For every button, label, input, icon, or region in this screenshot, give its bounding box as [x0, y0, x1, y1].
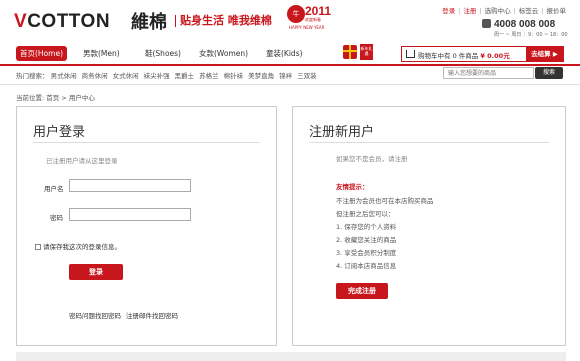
year-subtitle: 欢度新春 [305, 17, 321, 22]
hot-term[interactable]: 男式休闲 [51, 72, 77, 80]
gift-icon[interactable] [343, 45, 357, 59]
login-button[interactable]: 登录 [69, 264, 123, 280]
year-text: 2011 [305, 4, 332, 18]
new-year-badge: 牛 2011 欢度新春 HAPPY NEW YEAR [287, 4, 333, 32]
slogan-text: 贴身生活 唯我维棉 [180, 14, 272, 27]
tip-line: 不注册为会员也可在本店购买商品 [336, 197, 434, 205]
service-hours: 周一 ~ 周日 ：9：00 ~ 18：00 [494, 32, 568, 38]
phone-number: 4008 008 008 [482, 19, 568, 30]
toplink-login[interactable]: 登录 [442, 7, 455, 15]
toplink-quote[interactable]: 报价单 [547, 7, 567, 15]
remember-checkbox[interactable] [35, 244, 41, 250]
top-links: 登录 | 注册 | 选购中心 | 标签云 | 报价单 [442, 5, 566, 15]
happy-new-year-text: HAPPY NEW YEAR [289, 25, 325, 30]
divider: | [479, 7, 482, 15]
nav-kids[interactable]: 童装(Kids) [266, 48, 303, 59]
new-year-gift-badge[interactable]: 新年礼遇 [360, 44, 373, 60]
register-panel: 注册新用户 如果您不是会员，请注册 友情提示： 不注册为会员也可在本店购买商品 … [292, 106, 566, 346]
hot-search-label: 热门搜索： [16, 72, 49, 80]
login-title: 用户登录 [33, 125, 86, 140]
page: VCOTTON 維棉 贴身生活 唯我维棉 牛 2011 欢度新春 HAPPY N… [0, 0, 580, 361]
checkout-button[interactable]: 去结算 ▶ [526, 47, 563, 61]
login-panel: 用户登录 已注册用户请从这里登录 用户名 密码 请保存我这次的登录信息。 登录 … [16, 106, 277, 346]
main-nav: 首页(Home) 男款(Men) 鞋(Shoes) 女款(Women) 童装(K… [0, 44, 580, 66]
tip-line: 3. 享受会员积分制度 [336, 249, 397, 257]
footer-strip [16, 352, 566, 361]
tip-line: 但注册之后您可以： [336, 210, 395, 218]
slogan-divider [175, 15, 176, 27]
divider: | [513, 7, 516, 15]
cart-summary: 购物车中有 0 件商品 ¥ 0.00元 [418, 50, 510, 60]
tip-title: 友情提示： [336, 183, 369, 191]
toplink-shopping-center[interactable]: 选购中心 [485, 7, 511, 15]
hot-term[interactable]: 三双装 [297, 72, 317, 80]
hot-term[interactable]: 黑爵士 [175, 72, 195, 80]
hot-term[interactable]: 棉针袜 [224, 72, 244, 80]
toplink-register[interactable]: 注册 [463, 7, 476, 15]
breadcrumb: 当前位置: 首页 > 用户中心 [16, 94, 95, 102]
nav-women[interactable]: 女款(Women) [199, 48, 248, 59]
search-button[interactable]: 搜索 [535, 67, 563, 79]
cart-prefix: 购物车中有 [418, 52, 451, 60]
tip-line: 1. 保存您的个人资料 [336, 223, 397, 231]
divider [0, 84, 580, 85]
remember-label: 请保存我这次的登录信息。 [43, 243, 121, 251]
logo[interactable]: VCOTTON [14, 11, 110, 33]
complete-registration-button[interactable]: 完成注册 [336, 283, 388, 299]
toplink-tag-cloud[interactable]: 标签云 [519, 7, 539, 15]
remember-me[interactable]: 请保存我这次的登录信息。 [35, 241, 121, 251]
password-label: 密码 [50, 214, 63, 222]
cart-count: 0 [452, 52, 457, 60]
divider: | [458, 7, 461, 15]
logo-text: COTTON [27, 11, 111, 32]
nav-shoes[interactable]: 鞋(Shoes) [145, 48, 181, 59]
phone-icon [482, 19, 491, 28]
hot-term[interactable]: 锦袢 [279, 72, 292, 80]
login-hint: 已注册用户请从这里登录 [46, 157, 118, 165]
recovery-links: 密码问题找回密码 注册邮件找回密码 [69, 310, 183, 320]
tip-line: 4. 订阅本店商品信息 [336, 262, 397, 270]
ox-icon: 牛 [287, 5, 305, 23]
nav-home[interactable]: 首页(Home) [16, 46, 68, 61]
logo-v: V [14, 11, 28, 32]
hot-term[interactable]: 美梦直角 [248, 72, 274, 80]
hot-term[interactable]: 苏格兰 [199, 72, 219, 80]
phone-number-text: 4008 008 008 [494, 19, 556, 30]
password-recovery-link[interactable]: 密码问题找回密码 [69, 312, 121, 320]
hot-term[interactable]: 商务休闲 [82, 72, 108, 80]
password-input[interactable] [69, 208, 191, 221]
username-label: 用户名 [44, 185, 64, 193]
cart-suffix: 件商品 [458, 52, 479, 60]
nav-men[interactable]: 男款(Men) [83, 48, 120, 59]
username-input[interactable] [69, 179, 191, 192]
hot-search: 热门搜索： 男式休闲 商务休闲 女式休闲 袜尖补强 黑爵士 苏格兰 棉针袜 美梦直角 锦袢 三双装 [16, 70, 322, 80]
search-input[interactable] [443, 67, 534, 79]
cart-bar[interactable]: 购物车中有 0 件商品 ¥ 0.00元 去结算 ▶ [401, 46, 564, 62]
hot-term[interactable]: 女式休闲 [113, 72, 139, 80]
phone-block: 4008 008 008 周一 ~ 周日 ：9：00 ~ 18：00 [482, 19, 568, 38]
cart-total: ¥ 0.00元 [480, 52, 510, 60]
logo-chinese: 維棉 [131, 12, 167, 33]
register-title: 注册新用户 [309, 125, 375, 140]
divider [33, 142, 260, 143]
cart-icon [406, 50, 415, 58]
hot-term[interactable]: 袜尖补强 [144, 72, 170, 80]
email-recovery-link[interactable]: 注册邮件找回密码 [126, 312, 178, 320]
register-hint: 如果您不是会员，请注册 [336, 155, 408, 163]
divider: | [541, 7, 544, 15]
slogan: 贴身生活 唯我维棉 [175, 12, 272, 28]
tip-line: 2. 收藏您关注的商品 [336, 236, 397, 244]
divider [309, 142, 549, 143]
